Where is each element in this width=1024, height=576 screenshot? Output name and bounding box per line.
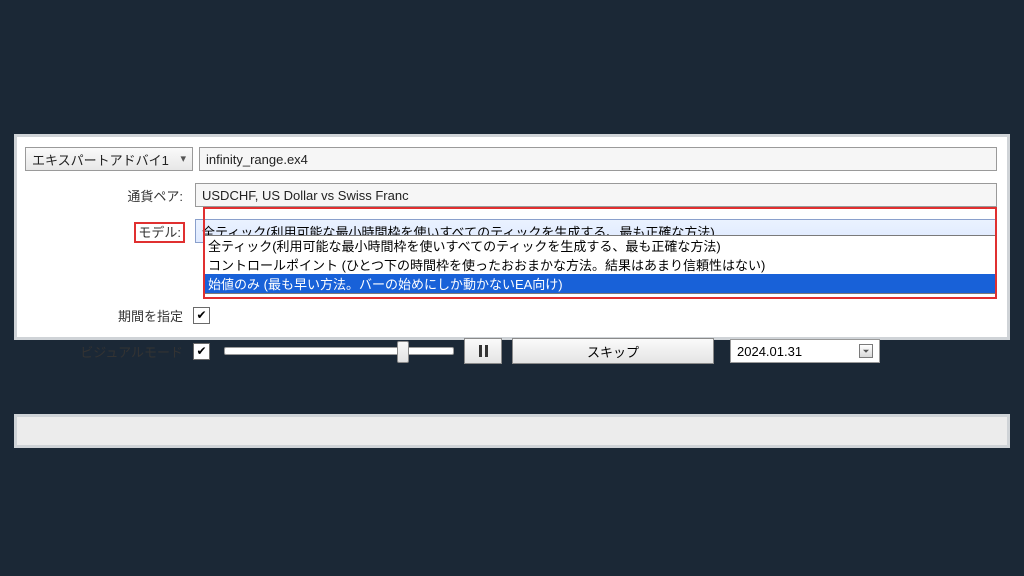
pause-button[interactable]	[464, 338, 502, 364]
backtest-settings-panel: エキスパートアドバイ1 ▾ infinity_range.ex4 通貨ペア: U…	[14, 134, 1010, 340]
pair-value: USDCHF, US Dollar vs Swiss Franc	[202, 188, 409, 203]
calendar-dropdown-icon	[859, 344, 873, 358]
speed-slider[interactable]	[224, 340, 454, 362]
row-visual: ビジュアルモード ✔ スキップ 2024.01.31	[25, 337, 997, 365]
model-option-open-prices[interactable]: 始値のみ (最も早い方法。バーの始めにしか動かないEA向け)	[204, 274, 996, 293]
period-label: 期間を指定	[25, 306, 189, 325]
chevron-down-icon: ▾	[180, 154, 186, 165]
slider-thumb[interactable]	[397, 341, 409, 363]
model-label: モデル:	[136, 224, 183, 241]
model-label-wrap: モデル:	[25, 222, 189, 241]
period-checkbox[interactable]: ✔	[193, 307, 210, 324]
pause-icon	[479, 345, 482, 357]
visual-label: ビジュアルモード	[25, 342, 189, 361]
pair-label: 通貨ペア:	[25, 186, 189, 205]
ea-file-input[interactable]: infinity_range.ex4	[199, 147, 997, 171]
ea-type-label: エキスパートアドバイ1	[32, 150, 169, 169]
model-dropdown-list[interactable]: 全ティック(利用可能な最小時間枠を使いすべてのティックを生成する、最も正確な方法…	[203, 235, 997, 294]
skip-button[interactable]: スキップ	[512, 338, 714, 364]
row-period: 期間を指定 ✔	[25, 301, 997, 329]
model-option-every-tick[interactable]: 全ティック(利用可能な最小時間枠を使いすべてのティックを生成する、最も正確な方法…	[204, 236, 996, 255]
ea-file-value: infinity_range.ex4	[206, 152, 308, 167]
ea-type-dropdown[interactable]: エキスパートアドバイ1 ▾	[25, 147, 193, 171]
skip-date-value: 2024.01.31	[737, 344, 802, 359]
row-pair: 通貨ペア: USDCHF, US Dollar vs Swiss Franc	[25, 181, 997, 209]
pause-icon	[485, 345, 488, 357]
panel-bottom-strip	[14, 414, 1010, 448]
row-ea: エキスパートアドバイ1 ▾ infinity_range.ex4	[25, 145, 997, 173]
skip-date-picker[interactable]: 2024.01.31	[730, 339, 880, 363]
model-option-control-points[interactable]: コントロールポイント (ひとつ下の時間枠を使ったおおまかな方法。結果はあまり信頼…	[204, 255, 996, 274]
skip-label: スキップ	[587, 342, 639, 361]
pair-dropdown[interactable]: USDCHF, US Dollar vs Swiss Franc	[195, 183, 997, 207]
visual-checkbox[interactable]: ✔	[193, 343, 210, 360]
slider-track	[224, 347, 454, 355]
